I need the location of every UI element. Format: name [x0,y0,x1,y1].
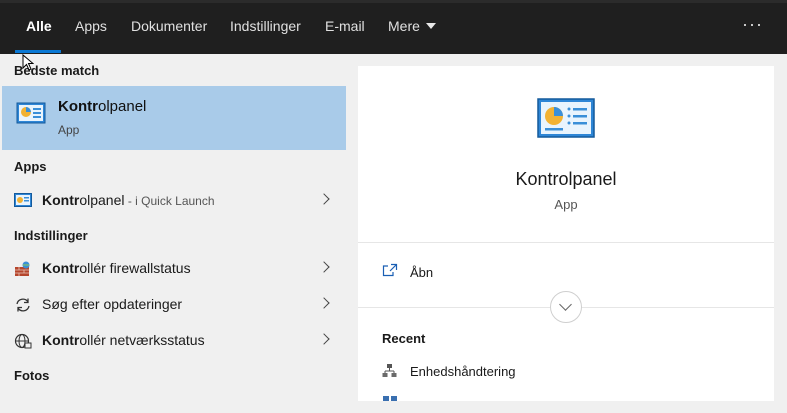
network-icon [14,333,32,354]
refresh-icon [14,297,32,318]
section-header-settings: Indstillinger [14,228,88,243]
expand-button[interactable] [550,291,582,323]
match-highlight: Kontr [58,98,98,115]
search-filter-bar: Alle Apps Dokumenter Indstillinger E-mai… [0,0,787,54]
chevron-right-icon[interactable] [318,261,330,273]
mouse-cursor-icon [22,53,35,77]
recent-item-label: Enhedshåndtering [410,364,516,379]
control-panel-icon [14,193,32,212]
chevron-right-icon[interactable] [318,333,330,345]
chevron-right-icon[interactable] [318,297,330,309]
control-panel-icon [16,102,46,129]
recent-header: Recent [382,331,426,346]
caret-down-icon [425,23,436,30]
section-header-apps: Apps [14,159,47,174]
setting-result-network[interactable]: Kontrollér netværksstatus [2,324,346,358]
setting-result-firewall[interactable]: Kontrollér firewallstatus [2,252,346,286]
match-rest: olpanel [79,192,125,208]
setting-result-label: Søg efter opdateringer [42,296,182,312]
tab-email[interactable]: E-mail [325,18,365,34]
chevron-right-icon[interactable] [318,193,330,205]
tab-all[interactable]: Alle [26,18,52,34]
tab-documents[interactable]: Dokumenter [131,18,207,34]
match-rest: Søg efter opdateringer [42,296,183,312]
chevron-down-icon [559,298,572,311]
tab-apps[interactable]: Apps [75,18,107,34]
recent-item[interactable]: Enhedshåndtering [382,361,762,383]
match-highlight: Kontr [42,192,80,208]
match-rest: ollér firewallstatus [79,260,191,276]
best-match-item[interactable]: Kontrolpanel App [2,86,346,150]
open-icon [382,263,398,282]
setting-result-label: Kontrollér firewallstatus [42,260,191,276]
device-manager-icon [382,363,398,384]
detail-app-type: App [554,197,578,212]
app-result-label: Kontrolpanel - i Quick Launch [42,192,215,208]
best-match-subtitle: App [58,123,80,137]
open-action[interactable]: Åbn [382,262,582,286]
match-rest: olpanel [98,98,147,115]
tab-more[interactable]: Mere [388,18,436,34]
app-result-control-panel[interactable]: Kontrolpanel - i Quick Launch [2,184,346,218]
divider [358,242,774,243]
detail-app-title: Kontrolpanel [515,169,617,189]
open-label: Åbn [410,265,434,280]
active-tab-indicator [15,50,61,53]
control-panel-icon [537,98,595,143]
recent-item-partial[interactable] [382,390,762,412]
firewall-icon [14,261,32,282]
tab-settings[interactable]: Indstillinger [230,18,301,34]
setting-result-label: Kontrollér netværksstatus [42,332,205,348]
section-header-photos: Fotos [14,368,50,383]
results-panel: Bedste match Kontrolpanel App Apps Kontr… [0,54,346,401]
match-highlight: Kontr [42,260,80,276]
match-highlight: Kontr [42,332,80,348]
tab-more-label: Mere [388,18,420,34]
detail-panel: Kontrolpanel App Åbn Recent Enhedshåndte… [358,66,774,401]
app-result-location: - i Quick Launch [124,194,215,208]
best-match-title: Kontrolpanel [58,98,146,115]
top-strip [0,0,787,3]
more-dots-icon[interactable]: ··· [742,14,763,35]
match-rest: ollér netværksstatus [79,332,205,348]
setting-result-updates[interactable]: Søg efter opdateringer [2,288,346,322]
network-settings-icon [382,392,398,413]
